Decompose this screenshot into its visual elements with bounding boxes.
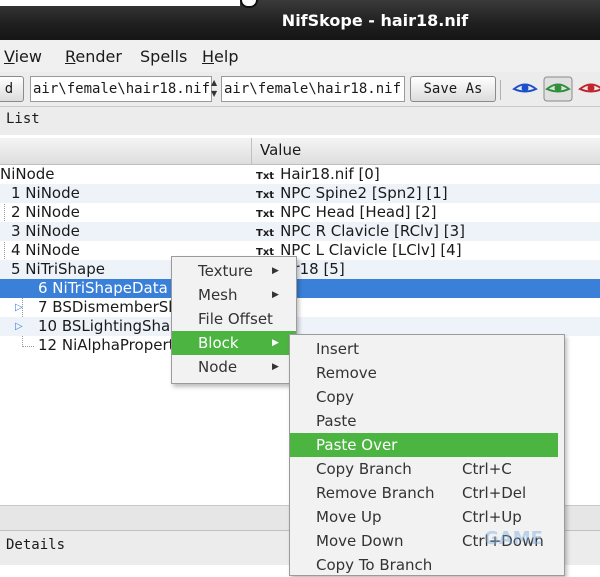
submenu-item-insert[interactable]: Insert <box>290 337 564 361</box>
submenu-item-move-up[interactable]: Move Up Ctrl+Up <box>290 505 564 529</box>
view-eye-red-icon[interactable] <box>578 80 600 98</box>
view-eye-blue-icon[interactable] <box>512 80 538 98</box>
submenu-arrow-icon: ▶ <box>272 362 279 372</box>
context-menu-item-block[interactable]: Block ▶ <box>172 331 296 355</box>
tree-row[interactable]: 1 NiNode Txt NPC Spine2 [Spn2] [1] <box>0 184 600 203</box>
submenu-item-copy-branch[interactable]: Copy Branch Ctrl+C <box>290 457 564 481</box>
column-header-value[interactable]: Value <box>260 141 301 159</box>
toolbar: d air\female\hair18.nif ▲ ▼ air\female\ha… <box>0 72 600 106</box>
submenu-item-paste[interactable]: Paste <box>290 409 564 433</box>
block-list-title: List <box>6 111 40 127</box>
save-as-button[interactable]: Save As <box>410 76 496 102</box>
submenu-item-copy-to-branch[interactable]: Copy To Branch <box>290 553 564 577</box>
submenu-item-copy[interactable]: Copy <box>290 385 564 409</box>
tree-row[interactable]: 4 NiNode Txt NPC L Clavicle [LClv] [4] <box>0 241 600 260</box>
expand-arrow-icon[interactable]: ▷ <box>15 317 23 336</box>
tree-row[interactable]: 5 NiTriShape Txtair18 [5] <box>0 260 600 279</box>
submenu-item-remove-branch[interactable]: Remove Branch Ctrl+Del <box>290 481 564 505</box>
block-list-dock-title: List <box>0 106 600 136</box>
watermark: GAME <box>484 528 543 549</box>
title-bar: NifSkope - hair18.nif <box>0 0 600 40</box>
title-bar-edge <box>0 0 240 6</box>
menu-view[interactable]: View <box>4 47 42 66</box>
txt-tag: Txt <box>256 228 275 239</box>
tree-row[interactable]: 2 NiNode Txt NPC Head [Head] [2] <box>0 203 600 222</box>
tree-row-selected[interactable]: 6 NiTriShapeData <box>0 279 600 298</box>
details-title: Details <box>6 537 66 553</box>
expand-arrow-icon[interactable]: ▷ <box>15 298 23 317</box>
tree-header: Value <box>0 138 600 165</box>
txt-tag: Txt <box>256 171 275 182</box>
submenu-arrow-icon: ▶ <box>272 290 279 300</box>
context-menu-item-texture[interactable]: Texture ▶ <box>172 259 296 283</box>
submenu-arrow-icon: ▶ <box>272 266 279 276</box>
column-divider[interactable] <box>251 138 252 164</box>
context-menu-item-mesh[interactable]: Mesh ▶ <box>172 283 296 307</box>
context-menu: Texture ▶ Mesh ▶ File Offset Block ▶ Nod… <box>171 256 297 384</box>
context-menu-item-node[interactable]: Node ▶ <box>172 355 296 379</box>
shortcut-label: Ctrl+Up <box>462 508 522 526</box>
load-button[interactable]: d <box>0 76 24 102</box>
submenu-item-paste-over[interactable]: Paste Over <box>290 433 558 457</box>
menu-bar: View Render Spells Help <box>0 40 600 73</box>
tree-row[interactable]: ▷ 7 BSDismemberSk <box>0 298 600 317</box>
path-spinner-icon[interactable]: ▲ ▼ <box>211 77 219 101</box>
menu-render[interactable]: Render <box>65 47 122 66</box>
toolbar-separator <box>500 80 501 100</box>
menu-spells[interactable]: Spells <box>140 47 187 66</box>
load-path-field[interactable]: air\female\hair18.nif <box>30 76 212 102</box>
txt-tag: Txt <box>256 190 275 201</box>
shortcut-label: Ctrl+Del <box>462 484 527 502</box>
context-menu-item-file-offset[interactable]: File Offset <box>172 307 296 331</box>
tree-row[interactable]: 3 NiNode Txt NPC R Clavicle [RClv] [3] <box>0 222 600 241</box>
txt-tag: Txt <box>256 209 275 220</box>
submenu-item-remove[interactable]: Remove <box>290 361 564 385</box>
view-eye-green-icon[interactable] <box>543 76 573 102</box>
window-hook-icon <box>240 0 258 8</box>
tree-row[interactable]: NiNode Txt Hair18.nif [0] <box>0 165 600 184</box>
window-title: NifSkope - hair18.nif <box>281 11 469 30</box>
submenu-arrow-icon: ▶ <box>272 338 279 348</box>
shortcut-label: Ctrl+C <box>462 460 512 478</box>
menu-help[interactable]: Help <box>202 47 238 66</box>
save-path-field[interactable]: air\female\hair18.nif <box>221 76 405 102</box>
